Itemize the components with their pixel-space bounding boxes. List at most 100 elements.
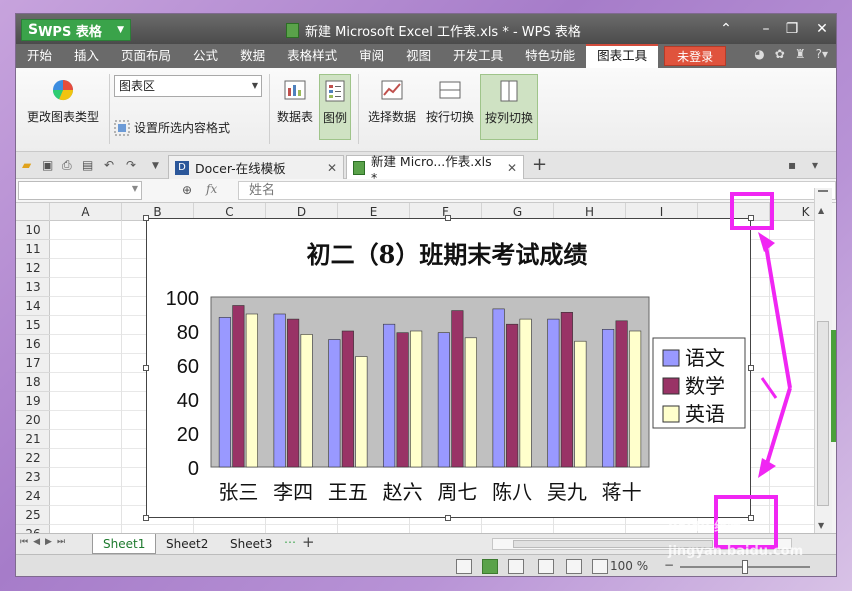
row-header[interactable]: 21 [16,430,50,449]
row-header[interactable]: 10 [16,221,50,240]
row-header[interactable]: 14 [16,297,50,316]
row-header[interactable]: 20 [16,411,50,430]
redo-icon[interactable]: ↷ [126,158,136,172]
normal-view-icon[interactable] [482,559,498,574]
fx-icon[interactable]: fx [206,182,217,196]
chevron-up-icon[interactable]: ⌃ [715,19,737,39]
bar[interactable] [560,312,573,468]
login-button[interactable]: 未登录 [664,46,727,66]
wps-app-menu-button[interactable]: S WPS 表格 ▼ [21,19,131,41]
resize-handle-bottom[interactable] [445,515,451,521]
menu-item-developer[interactable]: 开发工具 [442,44,514,68]
bar[interactable] [273,313,286,468]
chart-title[interactable]: 初二（8）班期末考试成绩 [307,240,588,269]
row-header[interactable]: 12 [16,259,50,278]
row-header[interactable]: 16 [16,335,50,354]
quick-access-dropdown-icon[interactable]: ▼ [152,161,159,171]
sheet-tab[interactable]: Sheet2 [156,534,218,554]
bar[interactable] [232,305,245,468]
tab-docer-templates[interactable]: D Docer-在线模板 ✕ [168,155,344,179]
resize-handle-bottom-left[interactable] [143,515,149,521]
print-preview-icon[interactable]: ▤ [82,158,93,172]
resize-handle-top-left[interactable] [143,215,149,221]
eye-protect-icon[interactable] [592,559,608,574]
menu-item-insert[interactable]: 插入 [63,44,110,68]
tab-workbook[interactable]: 新建 Micro...作表.xls * ✕ [346,154,524,185]
bar[interactable] [328,339,341,468]
bar[interactable] [547,318,560,468]
format-selection-button[interactable]: 设置所选内容格式 [114,119,230,136]
close-icon[interactable]: ✕ [507,161,517,175]
row-header[interactable]: 24 [16,487,50,506]
menu-item-special[interactable]: 特色功能 [514,44,586,68]
bar[interactable] [383,323,396,468]
bar[interactable] [506,323,519,468]
bar[interactable] [602,329,615,468]
bar[interactable] [615,320,628,468]
bar[interactable] [464,337,477,468]
save-status-icon[interactable] [456,559,472,574]
more-sheets-icon[interactable]: ⋯ [284,535,296,549]
new-tab-button[interactable]: + [532,154,547,175]
bar[interactable] [355,356,368,468]
resize-handle-top[interactable] [445,215,451,221]
help-icon[interactable]: ?▾ [816,47,828,61]
page-layout-view-icon[interactable] [508,559,524,574]
bar[interactable] [341,330,354,468]
bar[interactable] [287,318,300,468]
window-mode-icon[interactable]: ▪ [788,158,796,172]
zoom-slider[interactable] [680,560,810,574]
page-break-view-icon[interactable] [538,559,554,574]
bar[interactable] [574,340,587,468]
side-panel-toggle[interactable] [831,330,836,442]
row-header[interactable]: 22 [16,449,50,468]
menu-item-chart-tools[interactable]: 图表工具 [586,44,659,68]
print-icon[interactable]: ⎙ [62,158,72,173]
save-icon[interactable]: ▣ [42,158,53,172]
select-all-corner[interactable] [16,203,50,221]
sheet-tab[interactable]: Sheet1 [92,534,157,554]
row-header[interactable]: 18 [16,373,50,392]
bar[interactable] [245,313,258,468]
formula-input[interactable]: 姓名 [238,181,836,200]
close-button[interactable]: ✕ [811,19,833,39]
menu-item-formulas[interactable]: 公式 [182,44,229,68]
tab-menu-icon[interactable]: ▾ [812,158,818,172]
close-icon[interactable]: ✕ [327,161,337,175]
select-data-button[interactable]: 选择数据 [366,76,418,140]
zoom-level[interactable]: 100 % [610,559,648,573]
resize-handle-top-right[interactable] [748,215,754,221]
menu-item-review[interactable]: 审阅 [348,44,395,68]
data-table-button[interactable]: 数据表 [275,76,315,140]
column-header[interactable]: A [50,203,122,221]
undo-icon[interactable]: ↶ [104,158,114,172]
sheet-nav-icons[interactable]: ⏮◀▶⏭ [20,537,70,547]
name-box[interactable]: ▼ [18,181,142,200]
zoom-search-icon[interactable]: ⊕ [182,183,192,197]
bar[interactable] [492,308,505,468]
bar[interactable] [437,332,450,468]
bar[interactable] [300,334,313,468]
restore-button[interactable]: ❐ [781,19,803,39]
chart-element-select[interactable]: 图表区 ▼ [114,75,262,97]
vertical-scrollbar[interactable]: ▲ ▼ [814,188,832,536]
menu-item-page-layout[interactable]: 页面布局 [110,44,182,68]
add-sheet-button[interactable]: + [302,533,315,551]
skin-icon[interactable]: ◕ [754,47,764,61]
scrollbar-thumb[interactable] [817,321,829,506]
bar[interactable] [218,317,231,468]
menu-item-view[interactable]: 视图 [395,44,442,68]
shirt-icon[interactable]: ♜ [795,47,806,61]
change-chart-type-button[interactable]: 更改图表类型 [22,78,104,125]
menu-item-home[interactable]: 开始 [16,44,63,68]
bar[interactable] [410,330,423,468]
resize-handle-right[interactable] [748,365,754,371]
row-header[interactable]: 13 [16,278,50,297]
menu-item-data[interactable]: 数据 [229,44,276,68]
zoom-slider-thumb[interactable] [742,560,748,574]
switch-by-column-button[interactable]: 按列切换 [480,74,538,140]
bar[interactable] [396,332,409,468]
row-header[interactable]: 17 [16,354,50,373]
legend-button[interactable]: 图例 [319,74,351,140]
bar[interactable] [451,310,464,468]
